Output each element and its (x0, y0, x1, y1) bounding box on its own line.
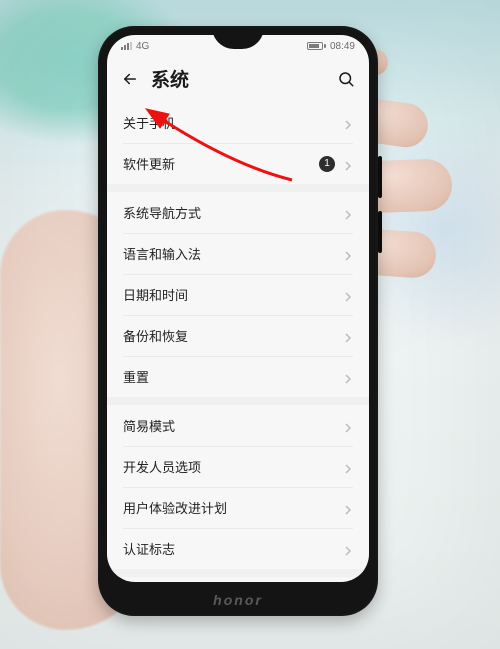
item-reset[interactable]: 重置 (107, 356, 369, 397)
item-label: 日期和时间 (123, 285, 343, 304)
group-divider (107, 397, 369, 405)
volume-down-button[interactable] (378, 211, 382, 253)
chevron-right-icon (343, 503, 353, 513)
chevron-right-icon (343, 372, 353, 382)
item-label: 用户体验改进计划 (123, 498, 343, 517)
item-nav[interactable]: 系统导航方式 (107, 192, 369, 233)
phone-frame: 4G 08:49 系统 关于手机 (98, 26, 378, 616)
item-label: 重置 (123, 367, 343, 386)
chevron-right-icon (343, 208, 353, 218)
item-label: 关于手机 (123, 113, 343, 132)
brand-label: honor (98, 592, 378, 608)
item-label: 系统导航方式 (123, 203, 343, 222)
item-about[interactable]: 关于手机 (107, 102, 369, 143)
chevron-right-icon (343, 159, 353, 169)
item-label: 语言和输入法 (123, 244, 343, 263)
item-datetime[interactable]: 日期和时间 (107, 274, 369, 315)
volume-up-button[interactable] (378, 156, 382, 198)
search-hint-block: 是否在寻找其他设置项？ 无障碍 (107, 577, 369, 582)
item-label: 开发人员选项 (123, 457, 343, 476)
item-cert[interactable]: 认证标志 (107, 528, 369, 569)
item-developer[interactable]: 开发人员选项 (107, 446, 369, 487)
item-label: 简易模式 (123, 416, 343, 435)
search-button[interactable] (337, 70, 355, 88)
page-title: 系统 (151, 65, 189, 92)
item-backup[interactable]: 备份和恢复 (107, 315, 369, 356)
settings-list: 关于手机 软件更新 1 系统导航方式 语言和输入法 (107, 102, 369, 582)
item-update[interactable]: 软件更新 1 (107, 143, 369, 184)
item-uep[interactable]: 用户体验改进计划 (107, 487, 369, 528)
item-simple[interactable]: 简易模式 (107, 405, 369, 446)
search-icon (337, 70, 355, 88)
chevron-right-icon (343, 421, 353, 431)
chevron-right-icon (343, 290, 353, 300)
header: 系统 (107, 57, 369, 102)
chevron-right-icon (343, 544, 353, 554)
screen-content: 系统 关于手机 软件更新 1 系统导航方式 (107, 35, 369, 582)
back-button[interactable] (121, 70, 139, 88)
group-divider (107, 184, 369, 192)
group-divider (107, 569, 369, 577)
chevron-right-icon (343, 249, 353, 259)
chevron-right-icon (343, 118, 353, 128)
arrow-left-icon (121, 70, 139, 88)
chevron-right-icon (343, 331, 353, 341)
item-label: 备份和恢复 (123, 326, 343, 345)
badge-count: 1 (319, 156, 335, 172)
item-label: 认证标志 (123, 539, 343, 558)
item-lang[interactable]: 语言和输入法 (107, 233, 369, 274)
chevron-right-icon (343, 462, 353, 472)
item-label: 软件更新 (123, 154, 319, 173)
phone-screen: 4G 08:49 系统 关于手机 (107, 35, 369, 582)
